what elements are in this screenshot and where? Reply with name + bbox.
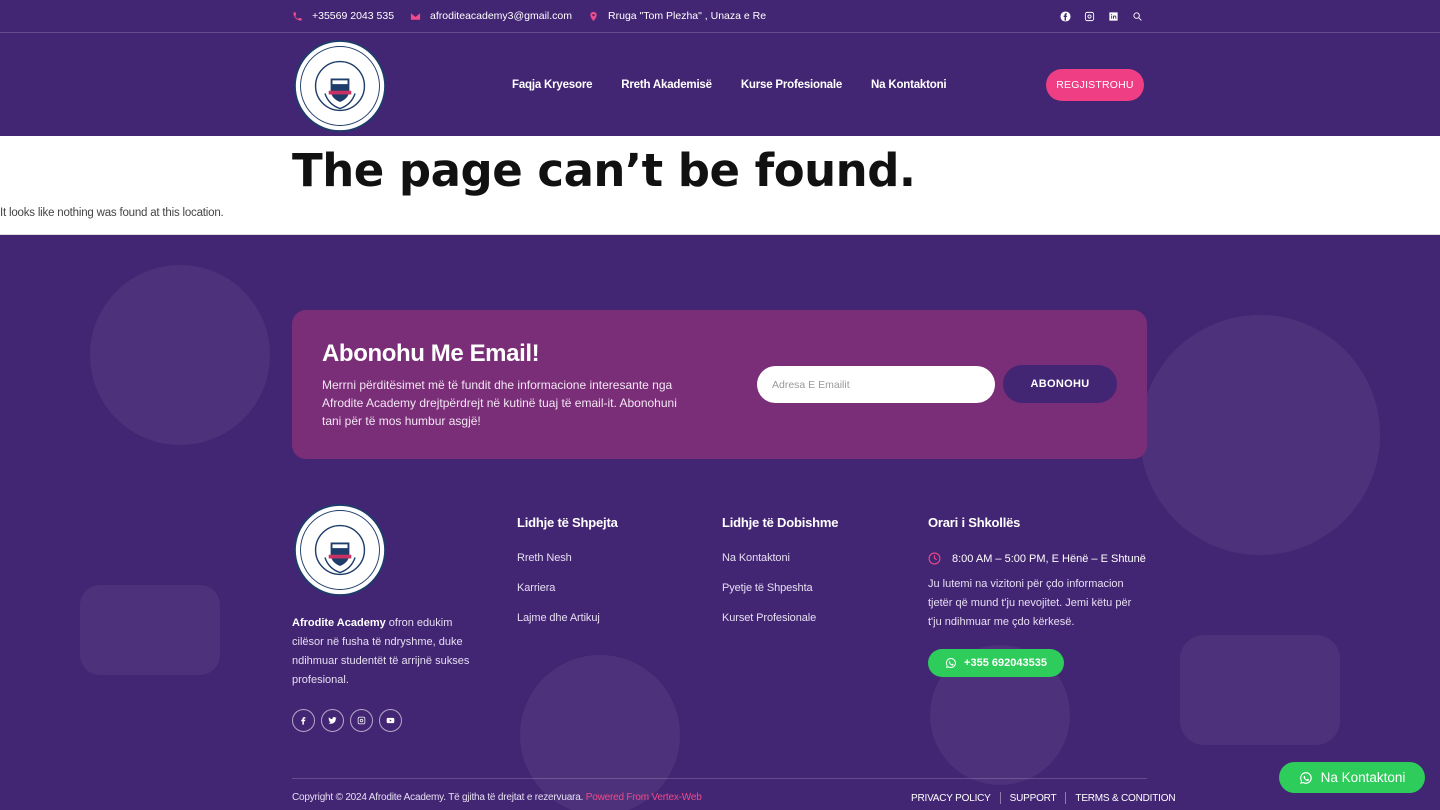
hours-text: 8:00 AM – 5:00 PM, E Hënë – E Shtunë: [952, 552, 1146, 565]
quick-links-title: Lidhje të Shpejta: [517, 515, 618, 530]
footer-link-careers[interactable]: Karriera: [517, 582, 618, 612]
email-contact[interactable]: afroditeacademy3@gmail.com: [410, 10, 572, 22]
clock-icon: [928, 552, 941, 565]
copyright-text: Copyright © 2024 Afrodite Academy. Të gj…: [292, 792, 586, 803]
nav-item-contact[interactable]: Na Kontaktoni: [871, 79, 947, 91]
privacy-policy-link[interactable]: PRIVACY POLICY: [911, 793, 991, 804]
whatsapp-float-label: Na Kontaktoni: [1320, 770, 1406, 785]
address-contact: Rruga "Tom Plezha" , Unaza e Re: [588, 10, 766, 22]
contact-info: +35569 2043 535 afroditeacademy3@gmail.c…: [292, 0, 766, 32]
email-text: afroditeacademy3@gmail.com: [430, 10, 573, 22]
instagram-icon[interactable]: [350, 709, 373, 732]
subscribe-box: Abonohu Me Email! Merrni përditësimet më…: [292, 310, 1147, 459]
academy-logo[interactable]: [292, 39, 388, 133]
facebook-icon[interactable]: [292, 709, 315, 732]
phone-button-label: +355 692043535: [964, 657, 1047, 669]
main-header: Faqja Kryesore Rreth Akademisë Kurse Pro…: [0, 33, 1440, 136]
footer-link-contact[interactable]: Na Kontaktoni: [722, 552, 838, 582]
subscribe-text: Merrni përditësimet më të fundit dhe inf…: [322, 378, 677, 428]
facebook-icon[interactable]: [1058, 9, 1072, 23]
opening-hours: 8:00 AM – 5:00 PM, E Hënë – E Shtunë: [928, 552, 1148, 565]
about-name: Afrodite Academy: [292, 617, 386, 629]
top-social-links: [1058, 9, 1144, 23]
footer-link-about[interactable]: Rreth Nesh: [517, 552, 618, 582]
whatsapp-icon: [1299, 771, 1312, 784]
phone-icon: [293, 11, 302, 21]
youtube-icon[interactable]: [379, 709, 402, 732]
linkedin-icon[interactable]: [1106, 9, 1120, 23]
not-found-message: It looks like nothing was found at this …: [0, 207, 224, 219]
footer-about: Afrodite Academy ofron edukim cilësor në…: [292, 614, 482, 690]
copyright: Copyright © 2024 Afrodite Academy. Të gj…: [292, 792, 702, 803]
terms-link[interactable]: TERMS & CONDITION: [1075, 793, 1175, 804]
footer-link-courses[interactable]: Kurset Profesionale: [722, 612, 838, 642]
whatsapp-phone-button[interactable]: +355 692043535: [928, 649, 1064, 677]
useful-links-column: Lidhje të Dobishme Na Kontaktoni Pyetje …: [722, 515, 839, 642]
support-link[interactable]: SUPPORT: [1010, 793, 1057, 804]
divider: [1065, 792, 1067, 804]
envelope-icon: [410, 12, 421, 20]
useful-links-title: Lidhje të Dobishme: [722, 515, 839, 530]
nav-item-about[interactable]: Rreth Akademisë: [621, 79, 712, 91]
subscribe-title: Abonohu Me Email!: [322, 340, 540, 367]
schedule-column: Orari i Shkollës 8:00 AM – 5:00 PM, E Hë…: [928, 515, 1148, 632]
twitter-icon[interactable]: [321, 709, 344, 732]
whatsapp-float-button[interactable]: Na Kontaktoni: [1279, 762, 1425, 793]
register-button[interactable]: REGJISTROHU: [1046, 69, 1144, 101]
nav-item-courses[interactable]: Kurse Profesionale: [741, 79, 842, 91]
not-found-section: The page can’t be found. It looks like n…: [0, 136, 1440, 235]
nav-item-home[interactable]: Faqja Kryesore: [512, 79, 592, 91]
footer-social-links: [292, 709, 402, 732]
page-title: The page can’t be found.: [292, 144, 916, 197]
schedule-info: Ju lutemi na vizitoni për çdo informacio…: [928, 578, 1132, 628]
powered-by-link[interactable]: Powered From Vertex-Web: [586, 792, 702, 803]
map-pin-icon: [590, 11, 597, 21]
address-text: Rruga "Tom Plezha" , Unaza e Re: [608, 10, 767, 22]
schedule-title: Orari i Shkollës: [928, 515, 1021, 530]
phone-text: +35569 2043 535: [312, 10, 395, 22]
footer-link-news[interactable]: Lajme dhe Artikuj: [517, 612, 618, 642]
divider: [999, 792, 1001, 804]
top-bar: +35569 2043 535 afroditeacademy3@gmail.c…: [0, 0, 1440, 33]
search-icon[interactable]: [1130, 9, 1144, 23]
legal-links: PRIVACY POLICY SUPPORT TERMS & CONDITION: [911, 792, 1176, 804]
subscribe-button[interactable]: ABONOHU: [1003, 365, 1117, 403]
main-nav: Faqja Kryesore Rreth Akademisë Kurse Pro…: [512, 33, 947, 136]
whatsapp-icon: [946, 658, 957, 668]
footer: Abonohu Me Email! Merrni përditësimet më…: [0, 235, 1440, 810]
footer-logo[interactable]: [292, 503, 388, 597]
footer-link-faq[interactable]: Pyetje të Shpeshta: [722, 582, 838, 612]
quick-links-column: Lidhje të Shpejta Rreth Nesh Karriera La…: [517, 515, 618, 642]
email-input[interactable]: Adresa E Emailit: [757, 366, 995, 403]
phone-contact[interactable]: +35569 2043 535: [292, 10, 394, 22]
instagram-icon[interactable]: [1082, 9, 1096, 23]
footer-divider: [292, 778, 1147, 779]
